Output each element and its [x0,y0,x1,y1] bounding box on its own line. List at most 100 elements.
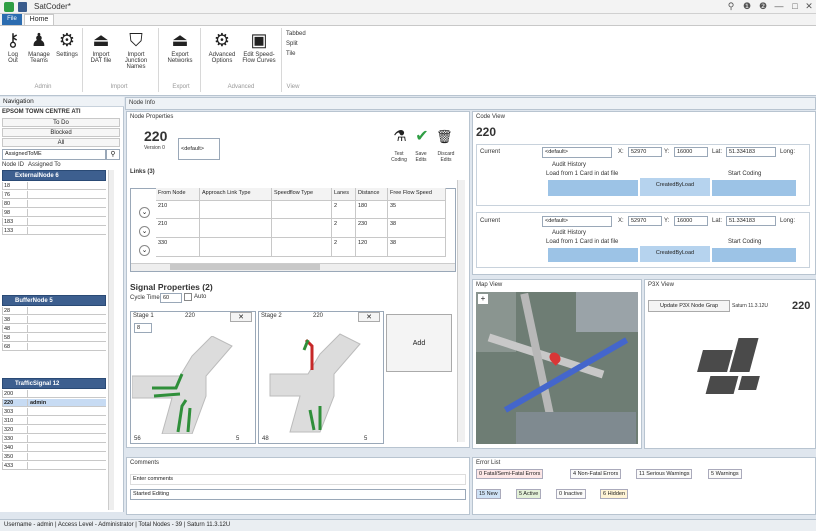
test-coding-label[interactable]: Test Coding [386,151,412,163]
map-canvas[interactable]: + [476,292,638,444]
advanced-options-button[interactable]: ⚙ Advanced Options [204,30,240,78]
view-tabbed[interactable]: Tabbed [286,31,306,37]
list-item[interactable]: 310 [2,417,106,425]
list-item[interactable]: 350 [2,453,106,461]
link-approach-type[interactable] [200,219,272,238]
code-lat-input[interactable]: 51.334183 [726,147,776,157]
list-item[interactable]: 200 [2,390,106,398]
edit-speed-flow-button[interactable]: ▣ Edit Speed-Flow Curves [242,30,276,78]
link-lanes[interactable]: 2 [332,219,356,238]
trash-icon[interactable]: 🗑 [436,128,453,146]
list-item[interactable]: 48 [2,325,106,333]
filter-active[interactable]: 5 Active [516,489,542,499]
update-p3x-button[interactable]: Update P3X Node Grap [648,300,730,312]
link-speedflow[interactable] [272,219,332,238]
stage-1-time[interactable]: 8 [134,323,152,333]
list-item[interactable]: 183 [2,218,106,226]
tab-serious-warnings[interactable]: 11 Serious Warnings [636,469,693,479]
link-from-node[interactable]: 210 [156,219,200,238]
link-from-node[interactable]: 210 [156,201,200,219]
comments-status-select[interactable]: Started Editing [130,489,466,500]
link-distance[interactable]: 120 [356,238,388,257]
filter-select[interactable]: AssignedToME [2,149,106,160]
filter-new[interactable]: 15 New [476,489,501,499]
settings-button[interactable]: ⚙ Settings [55,30,79,78]
list-item[interactable]: 28 [2,307,106,315]
link-free-flow[interactable]: 38 [388,219,446,238]
export-networks-button[interactable]: ⏏ Export Networks [164,30,196,78]
save-edits-label[interactable]: Save Edits [410,151,432,163]
stage-2-remove-icon[interactable]: ✕ [358,312,380,322]
log-out-button[interactable]: ⚷ Log Out [3,30,23,78]
filter-inactive[interactable]: 0 Inactive [556,489,586,499]
nav-scrollbar[interactable] [108,170,114,510]
tab-file[interactable]: File [2,14,22,25]
tab-non-fatal-errors[interactable]: 4 Non-Fatal Errors [570,469,622,479]
search-icon[interactable]: ⚲ [106,149,120,160]
help-icon[interactable]: ⚲ [724,1,738,13]
code-y-input[interactable]: 16000 [674,216,708,226]
filter-hidden[interactable]: 6 Hidden [600,489,629,499]
link-lanes[interactable]: 2 [332,201,356,219]
todo-button[interactable]: To Do [2,118,120,127]
code-y-input[interactable]: 16000 [674,147,708,157]
tab-warnings[interactable]: 5 Warnings [708,469,742,479]
expand-row-icon[interactable]: ⌄ [139,245,150,256]
list-item[interactable]: 76 [2,191,106,199]
list-item[interactable]: 303 [2,408,106,416]
link-approach-type[interactable] [200,201,272,219]
list-item[interactable]: 80 [2,200,106,208]
list-item[interactable]: 18 [2,182,106,190]
check-icon[interactable]: ✔ [414,128,430,146]
list-item[interactable]: 98 [2,209,106,217]
view-split[interactable]: Split [286,41,298,47]
about-icon[interactable]: ❷ [756,1,770,13]
link-lanes[interactable]: 2 [332,238,356,257]
group-traffic-signal[interactable]: TrafficSignal 12 [2,378,106,389]
list-item[interactable]: 320 [2,426,106,434]
all-button[interactable]: All [2,138,120,147]
list-item[interactable]: 433 [2,462,106,470]
manage-teams-button[interactable]: ♟ Manage Teams [25,30,53,78]
link-speedflow[interactable] [272,238,332,257]
link-free-flow[interactable]: 38 [388,238,446,257]
props-scrollbar[interactable] [457,180,465,442]
close-button[interactable]: ✕ [802,1,816,13]
add-stage-button[interactable]: Add [386,314,452,372]
expand-row-icon[interactable]: ⌄ [139,226,150,237]
cycle-time-input[interactable]: 60 [160,293,182,303]
link-distance[interactable]: 180 [356,201,388,219]
comments-input[interactable]: Enter comments [130,474,466,485]
code-x-input[interactable]: 52970 [628,147,662,157]
created-by-load-box[interactable]: CreatedByLoad [640,246,710,262]
group-external[interactable]: ExternalNode 6 [2,170,106,181]
list-item[interactable]: 68 [2,343,106,351]
list-item[interactable]: 38 [2,316,106,324]
link-from-node[interactable]: 330 [156,238,200,257]
group-buffer[interactable]: BufferNode 5 [2,295,106,306]
list-item[interactable]: 133 [2,227,106,235]
save-icon[interactable] [18,2,27,12]
created-by-load-box[interactable]: CreatedByLoad [640,178,710,196]
list-item[interactable]: 58 [2,334,106,342]
tab-home[interactable]: Home [24,14,54,25]
default-select[interactable]: <default> [178,138,220,160]
code-x-input[interactable]: 52970 [628,216,662,226]
flask-icon[interactable]: ⚗ [392,128,408,146]
view-tile[interactable]: Tile [286,51,295,57]
list-item-selected[interactable]: 220 admin [2,399,106,407]
links-scroll-thumb[interactable] [170,264,320,270]
code-default-select[interactable]: <default> [542,216,612,227]
maximize-button[interactable]: □ [788,1,802,13]
stage-1-remove-icon[interactable]: ✕ [230,312,252,322]
info-icon[interactable]: ❶ [740,1,754,13]
minimize-button[interactable]: — [772,1,786,13]
list-item[interactable]: 330 [2,435,106,443]
discard-edits-label[interactable]: Discard Edits [434,151,458,163]
list-item[interactable]: 340 [2,444,106,452]
import-dat-button[interactable]: ⏏ Import DAT file [86,30,116,78]
code-default-select[interactable]: <default> [542,147,612,158]
expand-row-icon[interactable]: ⌄ [139,207,150,218]
link-free-flow[interactable]: 35 [388,201,446,219]
import-junction-names-button[interactable]: ⛉ Import Junction Names [118,30,154,78]
